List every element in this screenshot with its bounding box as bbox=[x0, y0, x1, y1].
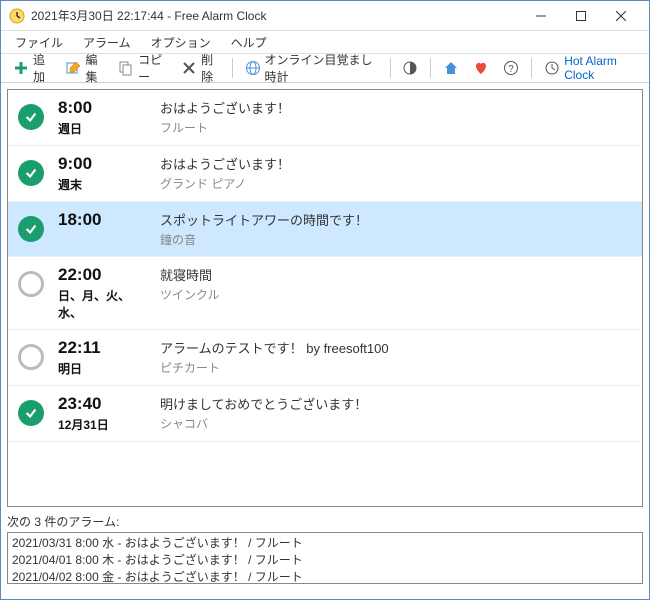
alarm-sound: ピチカート bbox=[160, 359, 632, 376]
next-item: 2021/03/31 8:00 水 - おはようございます！ / フルート bbox=[12, 535, 638, 552]
window-title: 2021年3月30日 22:17:44 - Free Alarm Clock bbox=[31, 7, 521, 24]
alarm-days: 週末 bbox=[58, 176, 148, 193]
alarm-time: 22:11 bbox=[58, 338, 148, 358]
time-column: 23:40 12月31日 bbox=[58, 394, 148, 433]
plus-icon bbox=[13, 60, 29, 76]
alarm-row[interactable]: 9:00 週末おはようございます！ グランド ピアノ bbox=[8, 146, 642, 202]
add-button[interactable]: 追加 bbox=[7, 48, 58, 88]
alarm-days: 週日 bbox=[58, 120, 148, 137]
alarm-row[interactable]: 22:00日、月、火、水、就寝時間ツインクル bbox=[8, 257, 642, 330]
globe-icon bbox=[245, 60, 261, 76]
help-button[interactable]: ? bbox=[497, 57, 525, 79]
online-button[interactable]: オンライン目覚まし時計 bbox=[239, 48, 384, 88]
status-enabled-icon[interactable] bbox=[18, 104, 44, 130]
hot-alarm-button[interactable]: Hot Alarm Clock bbox=[538, 51, 643, 85]
alarm-time: 22:00 bbox=[58, 265, 148, 285]
time-column: 18:00 bbox=[58, 210, 148, 230]
alarm-message: アラームのテストです！ by freesoft100 bbox=[160, 338, 632, 357]
home-icon bbox=[443, 60, 459, 76]
alarm-days: 日、月、火、水、 bbox=[58, 287, 148, 321]
minimize-button[interactable] bbox=[521, 2, 561, 30]
contrast-button[interactable] bbox=[396, 57, 424, 79]
status-enabled-icon[interactable] bbox=[18, 400, 44, 426]
message-column: おはようございます！ フルート bbox=[160, 98, 632, 136]
alarm-days: 12月31日 bbox=[58, 416, 148, 433]
question-icon: ? bbox=[503, 60, 519, 76]
next-alarms-box: 2021/03/31 8:00 水 - おはようございます！ / フルート202… bbox=[7, 532, 643, 584]
time-column: 22:00日、月、火、水、 bbox=[58, 265, 148, 321]
toolbar: 追加 編集 コピー 削除 オンライン目覚まし時計 ? Hot Alarm Clo… bbox=[1, 53, 649, 83]
edit-button[interactable]: 編集 bbox=[60, 48, 111, 88]
alarm-time: 23:40 bbox=[58, 394, 148, 414]
separator bbox=[430, 58, 431, 78]
add-label: 追加 bbox=[33, 51, 52, 85]
alarm-row[interactable]: 23:40 12月31日明けましておめでとうございます！ シャコバ bbox=[8, 386, 642, 442]
copy-label: コピー bbox=[138, 51, 167, 85]
time-column: 22:11 明日 bbox=[58, 338, 148, 377]
next-item: 2021/04/02 8:00 金 - おはようございます！ / フルート bbox=[12, 569, 638, 584]
alarm-sound: フルート bbox=[160, 119, 632, 136]
alarm-row[interactable]: 18:00 スポットライトアワーの時間です！ 鐘の音 bbox=[8, 202, 642, 257]
alarm-message: 明けましておめでとうございます！ bbox=[160, 394, 632, 413]
message-column: アラームのテストです！ by freesoft100 ピチカート bbox=[160, 338, 632, 376]
home-button[interactable] bbox=[437, 57, 465, 79]
time-column: 9:00 週末 bbox=[58, 154, 148, 193]
alarm-message: おはようございます！ bbox=[160, 154, 632, 173]
edit-label: 編集 bbox=[86, 51, 105, 85]
close-button[interactable] bbox=[601, 2, 641, 30]
titlebar: 2021年3月30日 22:17:44 - Free Alarm Clock bbox=[1, 1, 649, 31]
copy-button[interactable]: コピー bbox=[112, 48, 173, 88]
alarm-message: スポットライトアワーの時間です！ bbox=[160, 210, 632, 229]
alarm-row[interactable]: 22:11 明日アラームのテストです！ by freesoft100 ピチカート bbox=[8, 330, 642, 386]
alarm-days: 明日 bbox=[58, 360, 148, 377]
online-label: オンライン目覚まし時計 bbox=[265, 51, 378, 85]
delete-button[interactable]: 削除 bbox=[175, 48, 226, 88]
svg-text:?: ? bbox=[509, 64, 515, 75]
heart-icon bbox=[473, 60, 489, 76]
message-column: 明けましておめでとうございます！ シャコバ bbox=[160, 394, 632, 432]
alarm-message: 就寝時間 bbox=[160, 265, 632, 284]
separator bbox=[390, 58, 391, 78]
alarm-sound: シャコバ bbox=[160, 415, 632, 432]
maximize-button[interactable] bbox=[561, 2, 601, 30]
clock-icon bbox=[544, 60, 560, 76]
heart-button[interactable] bbox=[467, 57, 495, 79]
pencil-icon bbox=[66, 60, 82, 76]
alarm-message: おはようございます！ bbox=[160, 98, 632, 117]
time-column: 8:00 週日 bbox=[58, 98, 148, 137]
hot-label: Hot Alarm Clock bbox=[564, 54, 637, 82]
message-column: 就寝時間ツインクル bbox=[160, 265, 632, 303]
x-icon bbox=[181, 60, 197, 76]
next-alarms-label: 次の 3 件のアラーム: bbox=[7, 513, 643, 530]
alarm-row[interactable]: 8:00 週日おはようございます！ フルート bbox=[8, 90, 642, 146]
window-controls bbox=[521, 2, 641, 30]
alarm-sound: ツインクル bbox=[160, 286, 632, 303]
alarm-time: 18:00 bbox=[58, 210, 148, 230]
copy-icon bbox=[118, 60, 134, 76]
alarm-sound: グランド ピアノ bbox=[160, 175, 632, 192]
message-column: スポットライトアワーの時間です！ 鐘の音 bbox=[160, 210, 632, 248]
status-enabled-icon[interactable] bbox=[18, 216, 44, 242]
alarm-time: 9:00 bbox=[58, 154, 148, 174]
status-disabled-icon[interactable] bbox=[18, 344, 44, 370]
alarm-list[interactable]: 8:00週日おはようございます！フルート9:00週末おはようございます！グランド… bbox=[7, 89, 643, 507]
app-icon bbox=[9, 8, 25, 24]
delete-label: 削除 bbox=[201, 51, 220, 85]
contrast-icon bbox=[402, 60, 418, 76]
status-disabled-icon[interactable] bbox=[18, 271, 44, 297]
separator bbox=[531, 58, 532, 78]
alarm-sound: 鐘の音 bbox=[160, 231, 632, 248]
message-column: おはようございます！ グランド ピアノ bbox=[160, 154, 632, 192]
next-item: 2021/04/01 8:00 木 - おはようございます！ / フルート bbox=[12, 552, 638, 569]
alarm-time: 8:00 bbox=[58, 98, 148, 118]
separator bbox=[232, 58, 233, 78]
status-enabled-icon[interactable] bbox=[18, 160, 44, 186]
